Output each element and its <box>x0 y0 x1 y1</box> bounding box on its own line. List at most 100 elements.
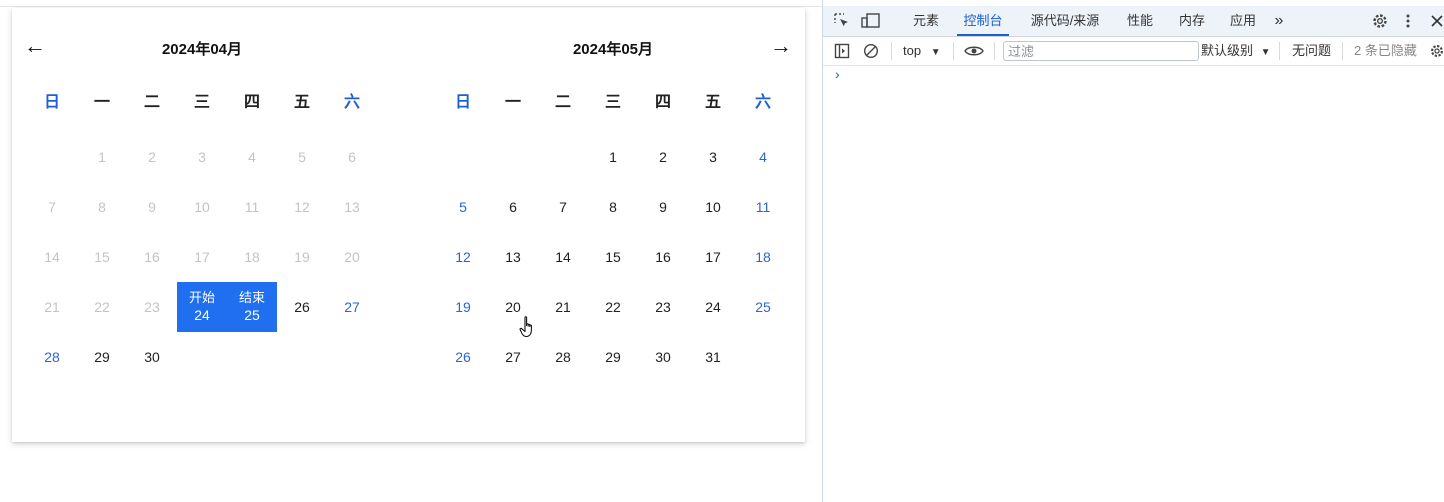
day-cell[interactable]: 30 <box>127 332 177 382</box>
day-cell: 11 <box>244 199 260 215</box>
dropdown-arrow-icon: ▼ <box>930 47 941 58</box>
day-cell[interactable]: 10 <box>688 182 738 232</box>
month-title: 2024年05月 <box>572 41 654 58</box>
day-cell[interactable]: 28 <box>27 332 77 382</box>
console-settings-gear-icon[interactable] <box>1429 42 1444 60</box>
day-cell[interactable]: 1 <box>588 132 638 182</box>
day-cell[interactable]: 24 <box>688 282 738 332</box>
inspect-element-icon[interactable] <box>833 12 851 30</box>
day-cell[interactable]: 18 <box>738 232 788 282</box>
day-cell: 12 <box>294 199 310 215</box>
hidden-count: 2 条已隐藏 <box>1354 43 1417 58</box>
day-cell[interactable]: 15 <box>588 232 638 282</box>
day-cell[interactable]: 23 <box>638 282 688 332</box>
console-prompt[interactable]: › <box>835 66 840 82</box>
day-cell[interactable]: 17 <box>688 232 738 282</box>
range-start-day[interactable]: 开始 24 <box>177 282 227 332</box>
day-cell[interactable]: 8 <box>588 182 638 232</box>
day-cell[interactable]: 3 <box>688 132 738 182</box>
range-end-label: 结束 <box>238 290 265 305</box>
issues-button[interactable]: 无问题 <box>1292 37 1331 65</box>
day-cell: 22 <box>94 299 110 315</box>
more-tabs-button[interactable]: » <box>1269 6 1289 36</box>
day-cell[interactable]: 13 <box>488 232 538 282</box>
tab-memory[interactable]: 内存 <box>1177 6 1207 36</box>
device-toolbar-icon[interactable] <box>861 12 881 30</box>
day-cell[interactable]: 27 <box>327 282 377 332</box>
day-cell[interactable]: 31 <box>688 332 738 382</box>
context-selector[interactable]: top ▼ <box>903 37 941 65</box>
day-cell[interactable]: 6 <box>488 182 538 232</box>
tab-console[interactable]: 控制台 <box>957 6 1009 36</box>
toolbar-divider <box>891 42 892 60</box>
day-cell[interactable]: 21 <box>538 282 588 332</box>
day-cell: 6 <box>348 149 356 165</box>
day-cell[interactable]: 25 <box>738 282 788 332</box>
weekday-header: 一 <box>93 94 110 111</box>
day-cell[interactable]: 28 <box>538 332 588 382</box>
day-cell[interactable]: 2 <box>638 132 688 182</box>
devtools-tab-bar: 元素 控制台 源代码/来源 性能 内存 应用 » <box>823 6 1444 37</box>
tab-application[interactable]: 应用 <box>1228 6 1258 36</box>
day-cell: 2 <box>148 149 156 165</box>
day-cell[interactable]: 30 <box>638 332 688 382</box>
devtools-panel: 元素 控制台 源代码/来源 性能 内存 应用 » top ▼ 过滤 默认级别 ▼… <box>822 0 1444 502</box>
day-cell: 5 <box>298 149 306 165</box>
date-range-picker: ← → 2024年04月 日一二三四五六 1 2 3 4 5 6 7 8 9 10 11 12 13 14 1… <box>12 8 805 442</box>
close-icon[interactable] <box>1429 12 1444 30</box>
day-cell: 9 <box>148 199 156 215</box>
month-panel-may: 2024年05月 日一二三四五六 1 2 3 4 5 6 7 8 9 10 11 12 13 14 15 16 1… <box>438 8 788 438</box>
day-cell: 16 <box>144 249 160 265</box>
day-cell[interactable]: 16 <box>638 232 688 282</box>
range-end-day[interactable]: 结束 25 <box>227 282 277 332</box>
day-cell: 21 <box>44 299 60 315</box>
day-cell[interactable]: 12 <box>438 232 488 282</box>
filter-input[interactable] <box>1003 41 1199 61</box>
day-cell[interactable]: 14 <box>538 232 588 282</box>
day-cell[interactable]: 27 <box>488 332 538 382</box>
context-selector-value: top <box>903 43 922 58</box>
day-cell: 15 <box>94 249 110 265</box>
weekday-header: 二 <box>554 94 571 111</box>
day-cell: 4 <box>248 149 256 165</box>
day-cell[interactable]: 29 <box>588 332 638 382</box>
log-levels-label: 默认级别 <box>1201 43 1254 58</box>
day-cell: 20 <box>344 249 360 265</box>
day-cell: 1 <box>98 149 106 165</box>
day-number: 25 <box>244 307 260 323</box>
day-cell[interactable]: 22 <box>588 282 638 332</box>
range-start-label: 开始 <box>188 290 215 305</box>
day-cell: 10 <box>194 199 210 215</box>
day-cell: 23 <box>144 299 160 315</box>
month-panel-april: 2024年04月 日一二三四五六 1 2 3 4 5 6 7 8 9 10 11 12 13 14 15 16 1… <box>27 8 377 438</box>
day-cell[interactable]: 9 <box>638 182 688 232</box>
tab-performance[interactable]: 性能 <box>1125 6 1155 36</box>
weekday-header: 五 <box>704 94 721 111</box>
gear-icon[interactable] <box>1371 12 1389 30</box>
day-cell[interactable]: 5 <box>438 182 488 232</box>
day-cell: 8 <box>98 199 106 215</box>
sidebar-toggle-icon[interactable] <box>833 42 851 60</box>
weekday-header: 三 <box>193 94 210 111</box>
day-cell[interactable]: 4 <box>738 132 788 182</box>
weekday-header: 五 <box>293 94 310 111</box>
toolbar-divider <box>994 42 995 60</box>
day-cell[interactable]: 29 <box>77 332 127 382</box>
weekday-header: 二 <box>143 94 160 111</box>
kebab-menu-icon[interactable] <box>1403 12 1413 30</box>
day-cell[interactable]: 7 <box>538 182 588 232</box>
weekday-header: 六 <box>754 94 771 111</box>
day-cell[interactable]: 19 <box>438 282 488 332</box>
day-cell[interactable]: 11 <box>738 182 788 232</box>
clear-console-icon[interactable] <box>862 42 880 60</box>
eye-icon[interactable] <box>963 42 985 60</box>
toolbar-divider <box>1342 42 1343 60</box>
tab-sources[interactable]: 源代码/来源 <box>1029 6 1101 36</box>
log-levels-dropdown[interactable]: 默认级别 ▼ <box>1201 37 1271 65</box>
day-cell[interactable]: 26 <box>438 332 488 382</box>
page-top-divider <box>0 6 822 7</box>
month-title: 2024年04月 <box>161 41 243 58</box>
day-cell[interactable]: 26 <box>277 282 327 332</box>
weekday-header: 一 <box>504 94 521 111</box>
tab-elements[interactable]: 元素 <box>911 6 941 36</box>
